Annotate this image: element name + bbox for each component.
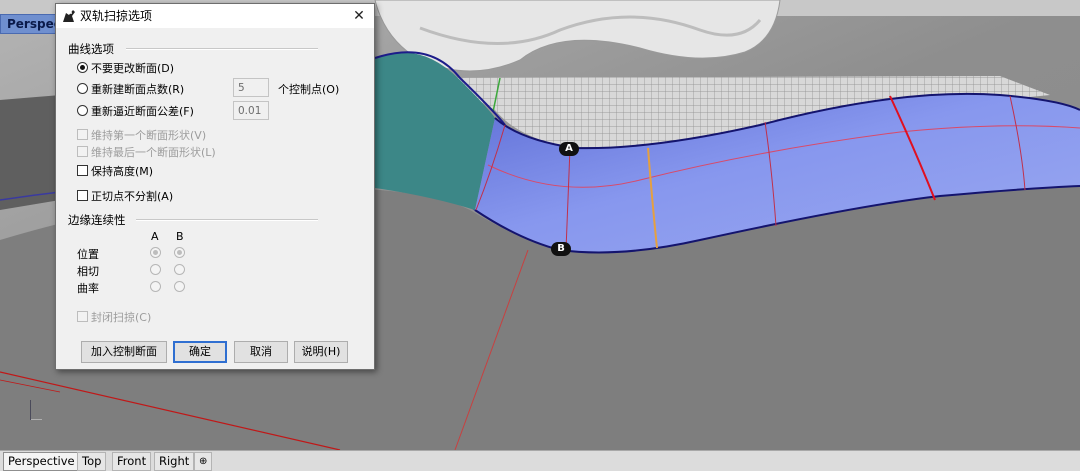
tab-front[interactable]: Front [112, 452, 152, 471]
checkbox-closed-sweep[interactable] [77, 311, 88, 322]
radio-rebuild-sections-label[interactable]: 重新建断面点数(R) [91, 81, 184, 97]
closed-sweep-label[interactable]: 封闭扫掠(C) [91, 309, 151, 325]
refit-tolerance-input[interactable]: 0.01 [233, 101, 269, 120]
point-a-label[interactable]: A [559, 142, 579, 156]
edge-row-tangent-label: 相切 [77, 265, 99, 278]
tab-top[interactable]: Top [77, 452, 107, 471]
checkbox-keep-last-shape[interactable] [77, 146, 88, 157]
no-split-tangent-label[interactable]: 正切点不分割(A) [91, 188, 173, 204]
keep-first-shape-label[interactable]: 维持第一个断面形状(V) [91, 127, 206, 143]
edge-row-curvature-label: 曲率 [77, 282, 99, 295]
edge-row-position-label: 位置 [77, 248, 99, 261]
sweep2-options-dialog: 双轨扫掠选项 ✕ 曲线选项 不要更改断面(D) 重新建断面点数(R) 5 个控制… [55, 3, 375, 370]
ok-button[interactable]: 确定 [173, 341, 227, 363]
radio-tangent-a[interactable] [150, 264, 161, 275]
tab-right[interactable]: Right [154, 452, 195, 471]
radio-position-a[interactable] [150, 247, 161, 258]
axis-indicator-y [30, 400, 31, 420]
radio-position-b[interactable] [174, 247, 185, 258]
tab-perspective[interactable]: Perspective [3, 452, 80, 471]
radio-refit-sections-label[interactable]: 重新逼近断面公差(F) [91, 103, 194, 119]
rebuild-points-input[interactable]: 5 [233, 78, 269, 97]
keep-last-shape-label[interactable]: 维持最后一个断面形状(L) [91, 144, 216, 160]
dialog-title: 双轨扫掠选项 [80, 9, 153, 23]
curve-options-group-label: 曲线选项 [68, 42, 114, 56]
point-b-label[interactable]: B [551, 242, 571, 256]
curve-options-divider [126, 48, 318, 50]
checkbox-keep-first-shape[interactable] [77, 129, 88, 140]
radio-no-change-sections[interactable] [77, 62, 88, 73]
edge-continuity-divider [136, 219, 318, 221]
edge-col-a: A [151, 230, 159, 243]
axis-indicator-x [30, 419, 42, 420]
dialog-titlebar[interactable]: 双轨扫掠选项 ✕ [56, 4, 374, 28]
radio-no-change-sections-label[interactable]: 不要更改断面(D) [91, 60, 174, 76]
radio-tangent-b[interactable] [174, 264, 185, 275]
add-tab-icon[interactable]: ⊕ [194, 452, 213, 471]
checkbox-no-split-tangent[interactable] [77, 190, 88, 201]
add-slash-button[interactable]: 加入控制断面 [81, 341, 167, 363]
rhino-app-icon [62, 9, 76, 23]
viewport-tab-bar: Perspective Top Front Right ⊕ [0, 450, 1080, 471]
checkbox-keep-height[interactable] [77, 165, 88, 176]
edge-continuity-group-label: 边缘连续性 [68, 213, 126, 227]
radio-curvature-a[interactable] [150, 281, 161, 292]
keep-height-label[interactable]: 保持高度(M) [91, 163, 153, 179]
edge-col-b: B [176, 230, 184, 243]
radio-rebuild-sections[interactable] [77, 83, 88, 94]
help-button[interactable]: 说明(H) [294, 341, 348, 363]
radio-curvature-b[interactable] [174, 281, 185, 292]
rebuild-points-unit: 个控制点(O) [278, 83, 340, 96]
cancel-button[interactable]: 取消 [234, 341, 288, 363]
close-icon[interactable]: ✕ [348, 6, 370, 26]
radio-refit-sections[interactable] [77, 105, 88, 116]
